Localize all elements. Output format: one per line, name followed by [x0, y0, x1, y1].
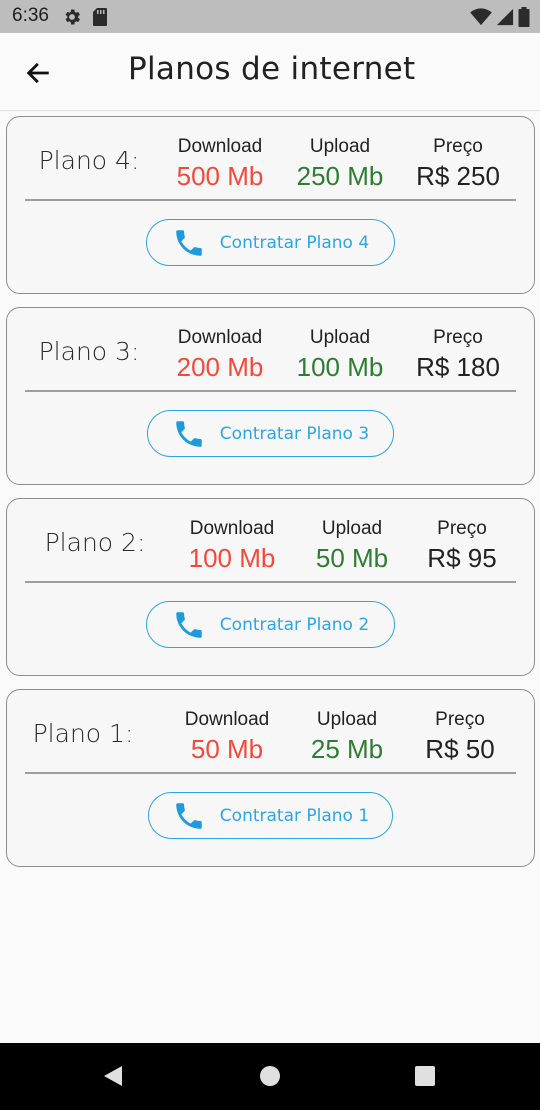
download-metric: Download 50 Mb	[167, 709, 287, 765]
upload-label: Upload	[316, 709, 378, 730]
upload-value: 100 Mb	[296, 352, 384, 382]
plan-name: Plano 3:	[38, 337, 140, 366]
back-button[interactable]	[20, 55, 56, 91]
phone-icon	[176, 420, 202, 447]
back-triangle-icon	[104, 1066, 122, 1086]
download-label: Download	[184, 709, 270, 730]
price-value: R$ 50	[425, 734, 495, 764]
upload-value: 50 Mb	[315, 543, 389, 573]
status-bar: 6:36	[0, 0, 540, 33]
plan-card: Plano 4: Download 500 Mb Upload 250 Mb P…	[6, 116, 535, 294]
price-metric: Preço R$ 50	[400, 709, 520, 765]
price-value: R$ 95	[427, 543, 497, 573]
divider	[25, 772, 516, 774]
home-circle-icon	[260, 1066, 280, 1086]
plan-card: Plano 2: Download 100 Mb Upload 50 Mb Pr…	[6, 498, 535, 676]
price-metric: Preço R$ 95	[402, 518, 522, 574]
nav-home-button[interactable]	[255, 1061, 285, 1091]
upload-label: Upload	[309, 327, 371, 348]
plan-name: Plano 1:	[32, 719, 134, 748]
price-metric: Preço R$ 250	[398, 136, 518, 192]
recents-square-icon	[415, 1066, 435, 1086]
divider	[25, 390, 516, 392]
system-nav-bar	[0, 1043, 540, 1110]
download-value: 100 Mb	[188, 543, 276, 573]
signal-icon	[496, 8, 514, 30]
price-metric: Preço R$ 180	[398, 327, 518, 383]
price-value: R$ 250	[416, 161, 500, 191]
contract-button-label: Contratar Plano 4	[219, 232, 370, 253]
plan-name: Plano 4:	[38, 146, 140, 175]
download-value: 200 Mb	[176, 352, 264, 382]
divider	[25, 581, 516, 583]
nav-recents-button[interactable]	[410, 1061, 440, 1091]
contract-plan-1-button[interactable]: Contratar Plano 1	[148, 792, 393, 839]
download-metric: Download 100 Mb	[172, 518, 292, 574]
download-value: 500 Mb	[176, 161, 264, 191]
contract-button-label: Contratar Plano 1	[219, 805, 370, 826]
upload-label: Upload	[309, 136, 371, 157]
settings-icon	[62, 7, 82, 31]
contract-plan-2-button[interactable]: Contratar Plano 2	[146, 601, 395, 648]
phone-icon	[176, 229, 202, 256]
plan-name: Plano 2:	[44, 528, 146, 557]
page-title: Planos de internet	[128, 51, 416, 87]
download-label: Download	[189, 518, 275, 539]
contract-button-label: Contratar Plano 2	[219, 614, 370, 635]
wifi-icon	[470, 8, 492, 30]
upload-value: 25 Mb	[310, 734, 384, 764]
plan-card: Plano 3: Download 200 Mb Upload 100 Mb P…	[6, 307, 535, 485]
divider	[25, 199, 516, 201]
download-label: Download	[177, 136, 263, 157]
download-metric: Download 500 Mb	[160, 136, 280, 192]
phone-icon	[176, 802, 202, 829]
app-bar: Planos de internet	[0, 33, 540, 111]
sd-card-icon	[92, 7, 108, 31]
price-label: Preço	[435, 709, 485, 730]
arrow-left-icon	[26, 62, 49, 84]
upload-metric: Upload 100 Mb	[280, 327, 400, 383]
status-time: 6:36	[12, 5, 49, 26]
download-label: Download	[177, 327, 263, 348]
upload-value: 250 Mb	[296, 161, 384, 191]
upload-label: Upload	[321, 518, 383, 539]
download-metric: Download 200 Mb	[160, 327, 280, 383]
battery-icon	[518, 7, 530, 31]
contract-plan-4-button[interactable]: Contratar Plano 4	[146, 219, 395, 266]
contract-button-label: Contratar Plano 3	[219, 423, 370, 444]
price-value: R$ 180	[416, 352, 500, 382]
nav-back-button[interactable]	[98, 1061, 128, 1091]
upload-metric: Upload 50 Mb	[292, 518, 412, 574]
price-label: Preço	[437, 518, 487, 539]
plan-card: Plano 1: Download 50 Mb Upload 25 Mb Pre…	[6, 689, 535, 867]
download-value: 50 Mb	[190, 734, 264, 764]
price-label: Preço	[433, 327, 483, 348]
price-label: Preço	[433, 136, 483, 157]
contract-plan-3-button[interactable]: Contratar Plano 3	[147, 410, 394, 457]
upload-metric: Upload 25 Mb	[287, 709, 407, 765]
upload-metric: Upload 250 Mb	[280, 136, 400, 192]
plans-list: Plano 4: Download 500 Mb Upload 250 Mb P…	[6, 116, 535, 880]
phone-icon	[176, 611, 202, 638]
